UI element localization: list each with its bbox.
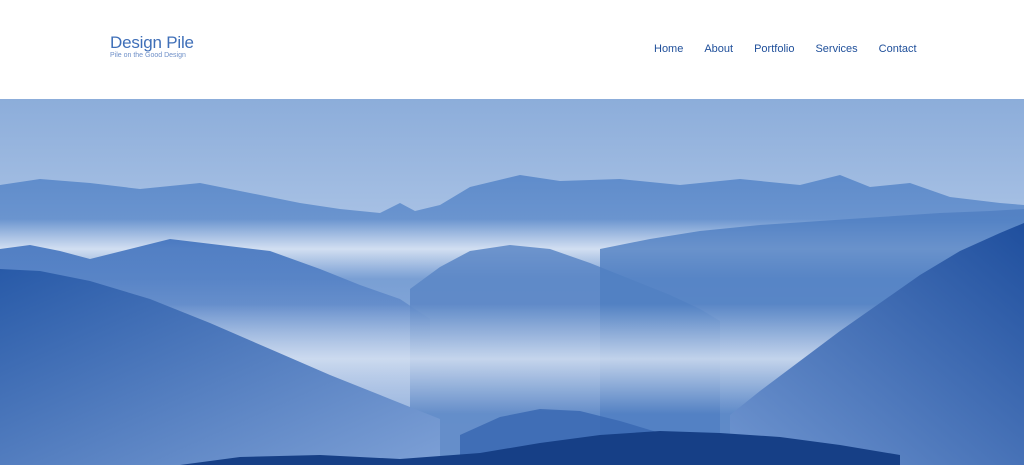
nav-link-home[interactable]: Home bbox=[654, 42, 683, 56]
nav-link-services[interactable]: Services bbox=[815, 42, 857, 56]
nav-link-about[interactable]: About bbox=[704, 42, 733, 56]
nav-link-contact[interactable]: Contact bbox=[879, 42, 917, 56]
site-header: Design Pile Pile on the Good Design Home… bbox=[0, 0, 1024, 99]
hero-mountain-image bbox=[0, 99, 1024, 465]
site-title[interactable]: Design Pile bbox=[110, 33, 194, 53]
site-tagline: Pile on the Good Design bbox=[110, 52, 186, 59]
page: Design Pile Pile on the Good Design Home… bbox=[0, 0, 1024, 465]
brand[interactable]: Design Pile Pile on the Good Design bbox=[110, 33, 194, 60]
nav-link-portfolio[interactable]: Portfolio bbox=[754, 42, 794, 56]
main-navigation: Home About Portfolio Services Contact bbox=[654, 42, 917, 56]
hero-banner bbox=[0, 99, 1024, 465]
